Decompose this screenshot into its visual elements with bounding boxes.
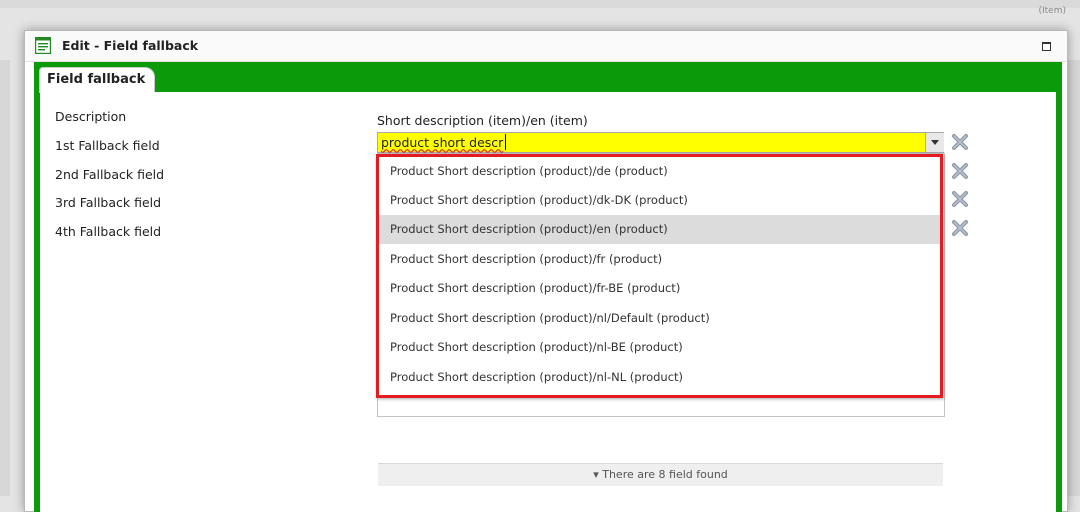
dropdown-option[interactable]: Product Short description (product)/de (…	[378, 157, 942, 186]
dropdown-results-footer[interactable]: ▾ There are 8 field found	[378, 463, 943, 486]
description-label: Description	[55, 109, 127, 124]
background-corner-text: (Item)	[1038, 6, 1066, 16]
background-left	[0, 60, 10, 496]
edit-dialog: Edit - Field fallback Field fallback Des…	[24, 30, 1068, 512]
remove-x-icon[interactable]	[951, 133, 969, 151]
fallback-3-label: 3rd Fallback field	[55, 195, 162, 210]
dropdown-option[interactable]: Product Short description (product)/nl-B…	[378, 333, 942, 362]
maximize-icon[interactable]	[1042, 42, 1051, 51]
remove-x-icon[interactable]	[951, 162, 969, 180]
dropdown-option[interactable]: Product Short description (product)/nl/D…	[378, 304, 942, 333]
dropdown-option[interactable]: Product Short description (product)/nl-N…	[378, 363, 942, 392]
dialog-title: Edit - Field fallback	[62, 38, 199, 53]
dropdown-option[interactable]: Product Short description (product)/fr (…	[378, 245, 942, 274]
description-value: Short description (item)/en (item)	[377, 113, 588, 128]
dialog-titlebar: Edit - Field fallback	[25, 31, 1067, 62]
background-strip	[0, 0, 1080, 8]
remove-x-icon[interactable]	[951, 190, 969, 208]
dropdown-option[interactable]: Product Short description (product)/dk-D…	[378, 186, 942, 215]
fallback-1-input[interactable]: product short descr	[381, 135, 503, 150]
fallback-dropdown-list: Product Short description (product)/de (…	[377, 153, 945, 417]
fallback-1-label: 1st Fallback field	[55, 138, 160, 153]
dropdown-option[interactable]: Product Short description (product)/fr-B…	[378, 274, 942, 303]
tab-label: Field fallback	[47, 72, 146, 87]
chevron-down-icon[interactable]	[925, 133, 944, 152]
fallback-4-label: 4th Fallback field	[55, 224, 162, 239]
form-icon	[34, 36, 52, 55]
remove-x-icon[interactable]	[951, 219, 969, 237]
text-caret	[505, 134, 506, 150]
dropdown-option-highlighted[interactable]: Product Short description (product)/en (…	[378, 215, 942, 244]
fallback-2-label: 2nd Fallback field	[55, 167, 165, 182]
